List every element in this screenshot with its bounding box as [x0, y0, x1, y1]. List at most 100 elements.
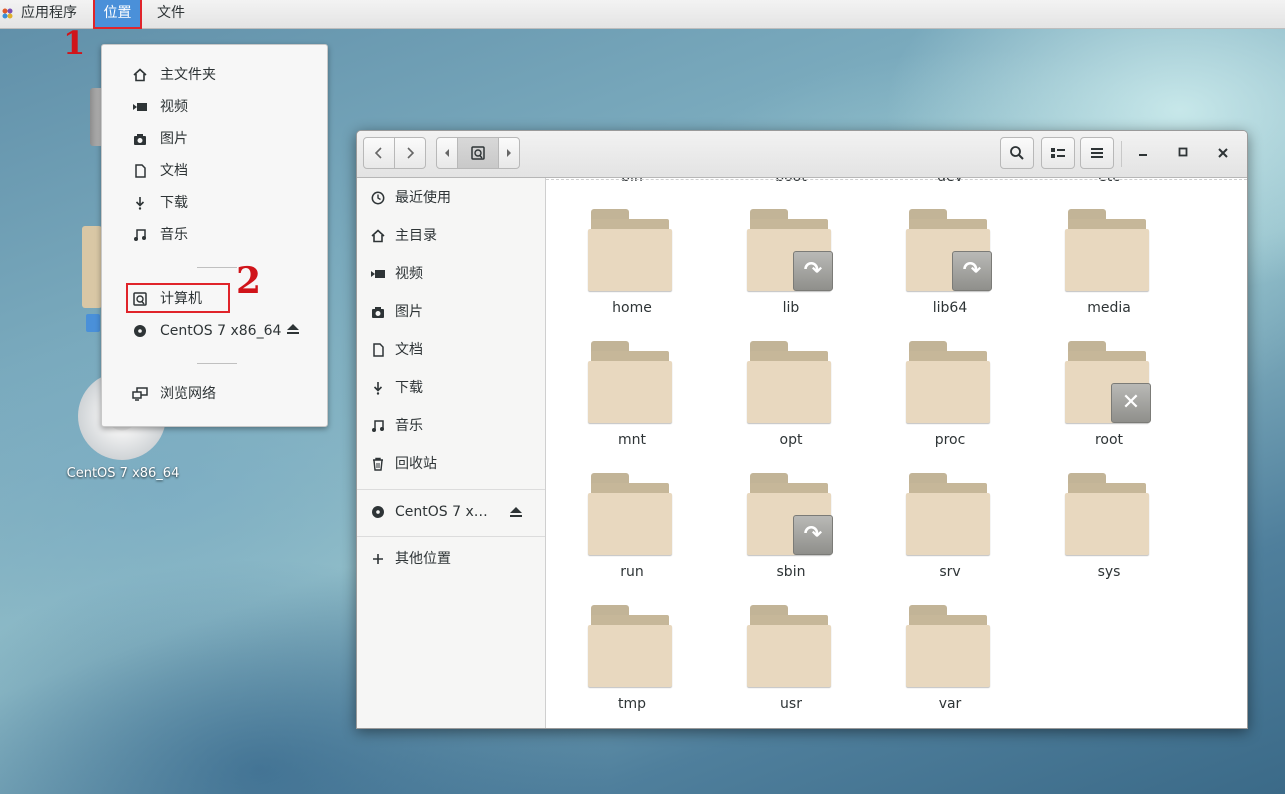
folder-item-srv[interactable]: srv	[890, 473, 1010, 603]
home-icon	[371, 229, 385, 243]
menu-item-label: 图片	[160, 131, 188, 147]
sidebar-separator	[357, 489, 545, 490]
menu-item-label: 浏览网络	[160, 386, 216, 402]
minimize-button[interactable]	[1132, 143, 1154, 165]
menu-item-label: CentOS 7 x86_64	[160, 323, 282, 339]
trash-icon	[373, 457, 383, 471]
sidebar-item-label: 音乐	[395, 418, 423, 434]
folder-item-run[interactable]: run	[572, 473, 692, 603]
top-bar: 应用程序 位置 文件	[0, 0, 1285, 29]
folder-label: tmp	[617, 696, 646, 712]
music-icon	[372, 420, 384, 432]
sidebar-item-videos[interactable]: 视频	[357, 259, 545, 289]
sidebar-item-music[interactable]: 音乐	[357, 411, 545, 441]
desktop-home-folder-icon[interactable]	[82, 226, 102, 308]
document-icon	[373, 343, 384, 357]
unreadable-emblem-icon: ✕	[1111, 383, 1151, 423]
download-icon	[373, 382, 383, 395]
desktop-cdrom-label: CentOS 7 x86_64	[66, 466, 180, 481]
apps-icon	[2, 8, 13, 19]
folder-item-tmp[interactable]: tmp	[572, 605, 692, 728]
folder-label: usr	[780, 696, 802, 712]
network-icon	[132, 387, 148, 401]
files-menu[interactable]: 文件	[157, 0, 185, 27]
header-bar	[357, 131, 1247, 178]
symlink-emblem-icon: ↷	[793, 515, 833, 555]
eject-icon[interactable]	[286, 323, 300, 335]
search-icon	[1010, 146, 1024, 160]
annotation-step-2: 2	[236, 260, 262, 302]
menu-item-label: 主文件夹	[160, 67, 216, 83]
sidebar-item-pictures[interactable]: 图片	[357, 297, 545, 327]
plus-icon	[373, 554, 383, 564]
header-separator	[1121, 141, 1122, 167]
folder-item-var[interactable]: var	[890, 605, 1010, 728]
places-menu[interactable]: 位置	[93, 0, 142, 29]
computer-icon	[133, 292, 147, 306]
folder-item-lib[interactable]: ↷ lib	[731, 209, 851, 339]
folder-label: media	[1087, 300, 1131, 316]
folder-item-sys[interactable]: sys	[1049, 473, 1169, 603]
folder-item-opt[interactable]: opt	[731, 341, 851, 471]
sidebar-item-label: 其他位置	[395, 551, 451, 567]
folder-item-lib64[interactable]: ↷ lib64	[890, 209, 1010, 339]
path-root-button[interactable]	[457, 137, 499, 169]
sidebar-separator	[357, 536, 545, 537]
sidebar-item-label: CentOS 7 x…	[395, 504, 488, 520]
view-mode-button[interactable]	[1041, 137, 1075, 169]
path-scroll-right-button[interactable]	[498, 137, 520, 169]
folder-item-proc[interactable]: proc	[890, 341, 1010, 471]
desktop-home-label	[86, 314, 100, 332]
folder-icon	[747, 341, 831, 425]
folder-icon	[906, 605, 990, 689]
forward-button[interactable]	[394, 137, 426, 169]
folder-item-root[interactable]: ✕ root	[1049, 341, 1169, 471]
maximize-button[interactable]	[1172, 143, 1194, 165]
sidebar-item-recent[interactable]: 最近使用	[357, 183, 545, 213]
document-icon	[135, 164, 146, 178]
sidebar-item-cdrom[interactable]: CentOS 7 x…	[357, 497, 545, 527]
file-view: bin boot dev etc home↷lib↷lib64mediamnto…	[546, 178, 1247, 728]
sidebar-item-other-locations[interactable]: 其他位置	[357, 544, 545, 574]
symlink-emblem-icon: ↷	[793, 251, 833, 291]
sidebar-item-label: 最近使用	[395, 190, 451, 206]
sidebar-item-downloads[interactable]: 下载	[357, 373, 545, 403]
places-dropdown: 主文件夹 视频 图片 文档 下载 音乐 计算机 CentOS 7 x86_64 …	[101, 44, 328, 427]
folder-icon	[588, 209, 672, 293]
sidebar-item-label: 主目录	[395, 228, 437, 244]
sidebar-item-label: 视频	[395, 266, 423, 282]
sidebar-item-documents[interactable]: 文档	[357, 335, 545, 365]
folder-label: lib64	[932, 300, 968, 316]
folder-item-home[interactable]: home	[572, 209, 692, 339]
close-button[interactable]	[1212, 143, 1234, 165]
menu-icon	[1091, 148, 1103, 158]
folder-item-sbin[interactable]: ↷ sbin	[731, 473, 851, 603]
music-icon	[134, 229, 146, 241]
search-button[interactable]	[1000, 137, 1034, 169]
maximize-icon	[1178, 147, 1188, 157]
app-menu-button[interactable]	[1080, 137, 1114, 169]
sidebar-item-trash[interactable]: 回收站	[357, 449, 545, 479]
folder-item-media[interactable]: media	[1049, 209, 1169, 339]
back-button[interactable]	[363, 137, 395, 169]
folder-item-usr[interactable]: usr	[731, 605, 851, 728]
sidebar-item-label: 回收站	[395, 456, 437, 472]
eject-icon[interactable]	[509, 497, 523, 527]
computer-icon	[471, 146, 485, 160]
minimize-icon	[1139, 154, 1147, 156]
folder-label: mnt	[618, 432, 646, 448]
folder-icon	[588, 341, 672, 425]
rubber-band-edge	[546, 179, 1247, 180]
folder-icon	[906, 473, 990, 557]
folder-label: var	[938, 696, 962, 712]
applications-menu[interactable]: 应用程序	[21, 0, 77, 27]
menu-item-label: 下载	[160, 195, 188, 211]
folder-label: opt	[779, 432, 803, 448]
folder-item-mnt[interactable]: mnt	[572, 341, 692, 471]
sidebar-item-home[interactable]: 主目录	[357, 221, 545, 251]
folder-label: srv	[939, 564, 961, 580]
path-scroll-left-button[interactable]	[436, 137, 458, 169]
menu-item-label: 视频	[160, 99, 188, 115]
video-icon	[133, 103, 147, 111]
sidebar: 最近使用 主目录 视频 图片 文档 下载 音乐 回收站 CentOS 7 x… …	[357, 178, 546, 728]
